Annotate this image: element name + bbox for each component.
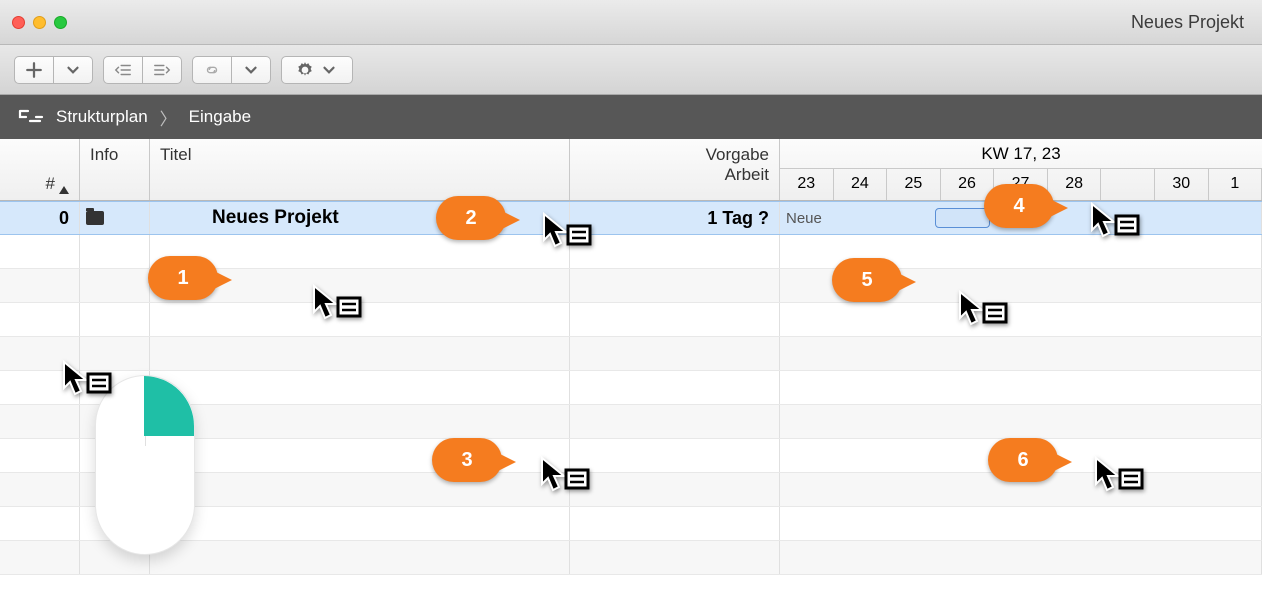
table-row-empty[interactable] [0, 541, 1262, 575]
cell-vorgabe[interactable]: 1 Tag ? [570, 202, 780, 234]
table-row[interactable]: 0 Neues Projekt 1 Tag ? Neue [0, 201, 1262, 235]
column-header-vorgabe-label1: Vorgabe [706, 145, 769, 165]
add-button-group [14, 56, 93, 84]
callout-5: 5 [832, 258, 902, 302]
plus-icon [25, 61, 43, 79]
gantt-day[interactable]: 25 [887, 169, 941, 200]
column-header-titel[interactable]: Titel [150, 139, 570, 200]
column-header-number[interactable]: # [0, 139, 80, 200]
indent-button[interactable] [143, 56, 182, 84]
context-menu-cursor-icon [540, 456, 592, 500]
table-row-empty[interactable] [0, 303, 1262, 337]
gantt-day[interactable]: 23 [780, 169, 834, 200]
toolbar [0, 45, 1262, 95]
gantt-day[interactable]: 30 [1155, 169, 1209, 200]
window-controls [12, 16, 67, 29]
cell-number: 0 [0, 202, 80, 234]
maximize-window-button[interactable] [54, 16, 67, 29]
gantt-day[interactable]: 24 [834, 169, 888, 200]
table-header: # Info Titel Vorgabe Arbeit KW 17, 23 23… [0, 139, 1262, 201]
add-dropdown-button[interactable] [54, 56, 93, 84]
context-menu-cursor-icon [312, 284, 364, 328]
chevron-down-icon [64, 61, 82, 79]
chevron-down-icon [320, 61, 338, 79]
outdent-icon [114, 61, 132, 79]
table-row-empty[interactable] [0, 337, 1262, 371]
column-header-vorgabe[interactable]: Vorgabe Arbeit [570, 139, 780, 200]
gantt-bar-label: Neue [786, 210, 822, 227]
gantt-week-label: KW 17, 23 [780, 139, 1262, 169]
context-menu-cursor-icon [542, 212, 594, 256]
sort-ascending-icon [59, 186, 69, 194]
column-header-titel-label: Titel [160, 145, 559, 165]
chevron-right-icon: 〉 [160, 105, 177, 130]
column-header-vorgabe-label2: Arbeit [725, 165, 769, 185]
context-menu-cursor-icon [62, 360, 114, 404]
settings-button[interactable] [281, 56, 353, 84]
close-window-button[interactable] [12, 16, 25, 29]
window-titlebar: Neues Projekt [0, 0, 1262, 45]
cell-info [80, 202, 150, 234]
callout-2: 2 [436, 196, 506, 240]
structure-icon [18, 107, 44, 127]
indent-icon [153, 61, 171, 79]
context-menu-cursor-icon [958, 290, 1010, 334]
minimize-window-button[interactable] [33, 16, 46, 29]
breadcrumb-item-strukturplan[interactable]: Strukturplan [56, 107, 148, 127]
column-header-info-label: Info [90, 145, 139, 165]
link-button[interactable] [192, 56, 232, 84]
link-dropdown-button[interactable] [232, 56, 271, 84]
chevron-down-icon [242, 61, 260, 79]
outdent-button[interactable] [103, 56, 143, 84]
callout-6: 6 [988, 438, 1058, 482]
gantt-day[interactable] [1101, 169, 1155, 200]
context-menu-cursor-icon [1090, 202, 1142, 246]
callout-3: 3 [432, 438, 502, 482]
breadcrumb-bar: Strukturplan 〉 Eingabe [0, 95, 1262, 139]
table-row-empty[interactable] [0, 371, 1262, 405]
indent-button-group [103, 56, 182, 84]
gantt-day[interactable]: 1 [1209, 169, 1262, 200]
column-header-number-label: # [46, 174, 55, 194]
link-button-group [192, 56, 271, 84]
window-title: Neues Projekt [1131, 12, 1244, 33]
breadcrumb-item-eingabe[interactable]: Eingabe [189, 107, 251, 127]
callout-label: 2 [465, 207, 476, 230]
callout-label: 1 [177, 267, 188, 290]
column-header-info[interactable]: Info [80, 139, 150, 200]
context-menu-cursor-icon [1094, 456, 1146, 500]
gantt-bar[interactable] [935, 208, 990, 228]
gantt-day[interactable]: 28 [1048, 169, 1102, 200]
callout-1: 1 [148, 256, 218, 300]
link-icon [203, 61, 221, 79]
gear-icon [296, 61, 314, 79]
folder-icon [86, 211, 104, 225]
add-button[interactable] [14, 56, 54, 84]
callout-4: 4 [984, 184, 1054, 228]
